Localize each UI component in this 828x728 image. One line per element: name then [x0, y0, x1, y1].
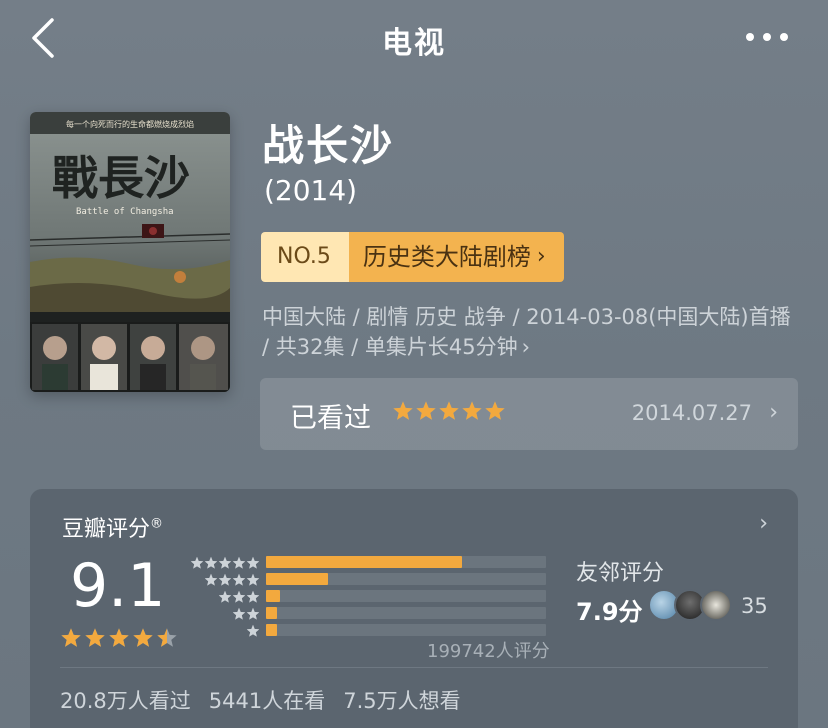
- distribution-row: [180, 606, 550, 623]
- chevron-right-icon: ›: [536, 244, 546, 269]
- rating-score: 9.1: [70, 551, 166, 621]
- want-count[interactable]: 7.5万人想看: [343, 685, 460, 715]
- distribution-bar: [266, 624, 546, 636]
- movie-year: (2014): [264, 174, 358, 207]
- top-navigation-bar: 电视: [0, 0, 828, 78]
- friend-count: 35: [741, 594, 768, 618]
- rank-list-name: 历史类大陆剧榜 ›: [348, 232, 564, 282]
- rating-distribution: [180, 555, 550, 640]
- friend-rating-score: 7.9分: [576, 598, 643, 626]
- friend-rating-label: 友邻评分: [576, 561, 665, 586]
- row-stars: [218, 590, 260, 604]
- distribution-bar-fill: [266, 590, 280, 602]
- star-icon: [485, 401, 505, 420]
- poster-calligraphy: 戰長沙: [52, 151, 190, 205]
- star-icon: [109, 628, 129, 647]
- star-icon: [246, 607, 260, 620]
- rating-card-title: 豆瓣评分®: [62, 511, 163, 543]
- watching-count[interactable]: 5441人在看: [209, 685, 325, 715]
- watched-count[interactable]: 20.8万人看过: [60, 685, 191, 715]
- row-stars: [190, 556, 260, 570]
- douban-rating-card[interactable]: 豆瓣评分® › 9.1 199742人评分 友邻评分 7.9分 35 20.8万…: [30, 489, 798, 728]
- rank-list-label: 历史类大陆剧榜: [362, 243, 531, 271]
- page-title: 电视: [382, 26, 446, 61]
- watch-date: 2014.07.27: [631, 401, 752, 425]
- star-icon: [232, 607, 246, 620]
- movie-detail-page: 电视 每一个向死而行的生命都燃烧成烈焰 戰長沙 Battle of Changs…: [0, 0, 828, 728]
- star-icon: [439, 401, 459, 420]
- star-icon: [232, 573, 246, 586]
- rating-count: 199742人评分: [427, 641, 550, 662]
- rank-number: NO.5: [261, 232, 349, 282]
- distribution-bar: [266, 573, 546, 585]
- watch-status-label: 已看过: [290, 403, 371, 434]
- star-icon: [246, 556, 260, 569]
- distribution-bar: [266, 590, 546, 602]
- chevron-right-icon: ›: [769, 400, 778, 425]
- friend-avatars[interactable]: [648, 589, 732, 621]
- distribution-bar-fill: [266, 624, 278, 636]
- distribution-bar-fill: [266, 556, 462, 568]
- rating-stars: [60, 627, 178, 649]
- ranking-badge[interactable]: NO.5 历史类大陆剧榜 ›: [261, 232, 564, 282]
- registered-mark: ®: [150, 516, 164, 532]
- star-icon: [393, 401, 413, 420]
- divider: [60, 667, 768, 668]
- star-icon: [246, 624, 260, 637]
- movie-meta-info[interactable]: 中国大陆 / 剧情 历史 战争 / 2014-03-08(中国大陆)首播 / 共…: [262, 302, 802, 362]
- star-icon: [246, 573, 260, 586]
- star-icon: [232, 556, 246, 569]
- distribution-bar-fill: [266, 607, 278, 619]
- distribution-row: [180, 572, 550, 589]
- movie-poster[interactable]: 每一个向死而行的生命都燃烧成烈焰 戰長沙 Battle of Changsha: [30, 112, 230, 392]
- distribution-bar: [266, 607, 546, 619]
- my-watch-status[interactable]: 已看过 2014.07.27 ›: [260, 378, 798, 450]
- more-options-button[interactable]: [742, 22, 792, 52]
- star-icon: [232, 590, 246, 603]
- distribution-row: [180, 589, 550, 606]
- star-icon: [190, 556, 204, 569]
- star-icon: [462, 401, 482, 420]
- movie-title: 战长沙: [262, 121, 395, 170]
- avatar: [700, 589, 732, 621]
- distribution-row: [180, 555, 550, 572]
- distribution-bar: [266, 556, 546, 568]
- star-icon: [157, 628, 177, 647]
- star-icon: [218, 556, 232, 569]
- my-rating-stars: [392, 400, 506, 422]
- star-icon: [218, 573, 232, 586]
- star-icon: [133, 628, 153, 647]
- star-icon: [61, 628, 81, 647]
- poster-tagline: 每一个向死而行的生命都燃烧成烈焰: [66, 119, 194, 129]
- row-stars: [232, 607, 260, 621]
- star-icon: [204, 573, 218, 586]
- star-icon: [416, 401, 436, 420]
- more-dots-icon: [746, 33, 788, 41]
- chevron-right-icon: ›: [521, 335, 531, 359]
- star-icon: [204, 556, 218, 569]
- star-icon: [218, 590, 232, 603]
- row-stars: [246, 624, 260, 638]
- star-icon: [246, 590, 260, 603]
- distribution-bar-fill: [266, 573, 328, 585]
- star-icon: [85, 628, 105, 647]
- row-stars: [204, 573, 260, 587]
- chevron-right-icon[interactable]: ›: [759, 511, 768, 536]
- poster-english-title: Battle of Changsha: [76, 207, 174, 217]
- audience-stats: 20.8万人看过 5441人在看 7.5万人想看: [60, 685, 461, 715]
- rating-title-text: 豆瓣评分: [62, 517, 151, 542]
